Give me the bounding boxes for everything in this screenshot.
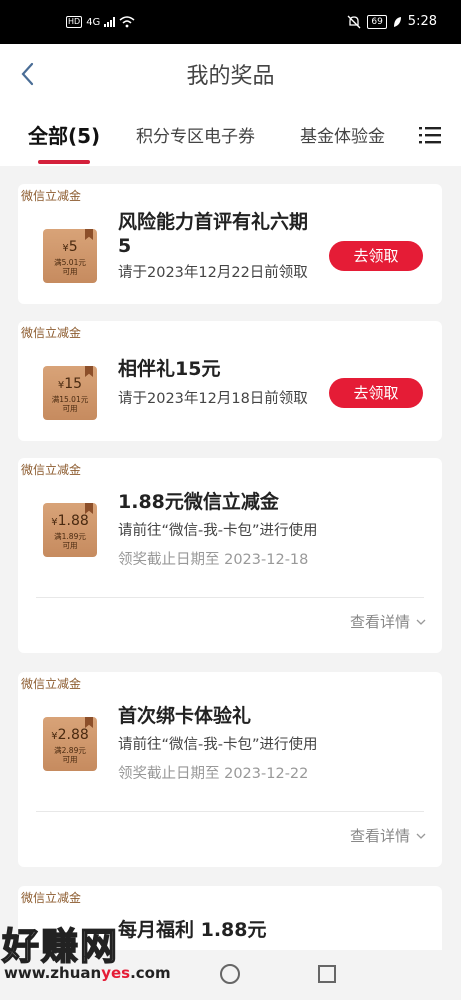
prize-card: 微信立减金 ¥1.88 满1.89元 可用 1.88元微信立减金 请前往“微信-…: [18, 458, 442, 653]
coupon-amount: 15: [64, 376, 83, 392]
coupon-amount: 1.88: [57, 513, 89, 529]
prize-card: 微信立减金 ¥5 满5.01元 可用 风险能力首评有礼六期5 请于2023年12…: [18, 184, 442, 304]
active-tab-indicator: [38, 160, 90, 164]
prize-title: 首次绑卡体验礼: [118, 705, 252, 727]
coupon-condition-suffix: 可用: [62, 755, 78, 764]
view-details-link[interactable]: 查看详情: [350, 611, 426, 632]
hd-indicator: HD: [66, 16, 83, 28]
tab-fund-trial[interactable]: 基金体验金: [300, 122, 385, 147]
coupon-condition: 满1.89元: [54, 532, 86, 541]
coupon-icon: ¥2.88 满2.89元 可用: [43, 717, 97, 771]
coupon-condition-suffix: 可用: [62, 541, 78, 550]
coupon-condition-suffix: 可用: [62, 267, 78, 276]
coupon-icon: ¥15 满15.01元 可用: [43, 366, 97, 420]
coupon-condition: 满5.01元: [54, 258, 86, 267]
prize-card: 微信立减金 ¥15 满15.01元 可用 相伴礼15元 请于2023年12月18…: [18, 321, 442, 441]
mute-bell-icon: [347, 15, 361, 28]
coupon-icon: ¥5 满5.01元 可用: [43, 229, 97, 283]
view-details-label: 查看详情: [349, 613, 410, 631]
tab-points-coupons[interactable]: 积分专区电子券: [136, 122, 255, 147]
card-tag: 微信立减金: [21, 189, 82, 203]
header: 我的奖品: [0, 44, 461, 104]
coupon-amount: 5: [68, 239, 78, 255]
page-title: 我的奖品: [186, 64, 275, 89]
card-tag: 微信立减金: [21, 463, 82, 477]
view-details-label: 查看详情: [349, 827, 410, 845]
prize-title: 1.88元微信立减金: [118, 491, 279, 513]
prize-desc: 请于2023年12月22日前领取: [118, 265, 308, 281]
divider: [36, 811, 424, 812]
home-button[interactable]: [220, 964, 240, 984]
watermark-logo: 好赚网: [1, 924, 119, 969]
prize-desc: 请前往“微信-我-卡包”进行使用: [118, 523, 318, 539]
claim-button[interactable]: 去领取: [329, 241, 423, 271]
prize-desc: 请前往“微信-我-卡包”进行使用: [118, 737, 318, 753]
network-type: 4G: [86, 16, 101, 28]
coupon-amount: 2.88: [57, 727, 89, 743]
view-details-link[interactable]: 查看详情: [350, 825, 426, 846]
divider: [36, 597, 424, 598]
tab-all[interactable]: 全部(5): [28, 120, 100, 149]
card-tag: 微信立减金: [21, 891, 82, 905]
card-tag: 微信立减金: [21, 326, 82, 340]
coupon-icon: ¥1.88 满1.89元 可用: [43, 503, 97, 557]
coupon-condition: 满15.01元: [51, 395, 89, 404]
battery-indicator: 69: [367, 14, 387, 29]
recents-button[interactable]: [318, 965, 336, 983]
claim-button[interactable]: 去领取: [329, 378, 423, 408]
prize-desc: 请于2023年12月18日前领取: [118, 391, 308, 407]
expire-date: 领奖截止日期至 2023-12-18: [118, 552, 309, 568]
prize-title: 每月福利 1.88元: [118, 919, 267, 941]
prize-title: 风险能力首评有礼六期5: [118, 211, 309, 257]
coupon-condition-suffix: 可用: [62, 404, 78, 413]
clock: 5:28: [407, 14, 437, 29]
menu-icon[interactable]: [419, 126, 441, 144]
status-bar: HD 4G 69 5:28: [0, 0, 461, 44]
leaf-icon: [393, 16, 401, 27]
prize-title: 相伴礼15元: [118, 358, 221, 380]
expire-date: 领奖截止日期至 2023-12-22: [118, 766, 309, 782]
card-tag: 微信立减金: [21, 677, 82, 691]
coupon-condition: 满2.89元: [54, 746, 86, 755]
tab-bar: 全部(5) 积分专区电子券 基金体验金: [0, 104, 461, 166]
chevron-down-icon: [416, 833, 426, 839]
signal-icon: [104, 17, 116, 27]
chevron-down-icon: [416, 619, 426, 625]
wifi-icon: [119, 16, 135, 28]
watermark-url: www.zhuanyes.com: [4, 964, 171, 982]
prize-card: 微信立减金 ¥2.88 满2.89元 可用 首次绑卡体验礼 请前往“微信-我-卡…: [18, 672, 442, 867]
